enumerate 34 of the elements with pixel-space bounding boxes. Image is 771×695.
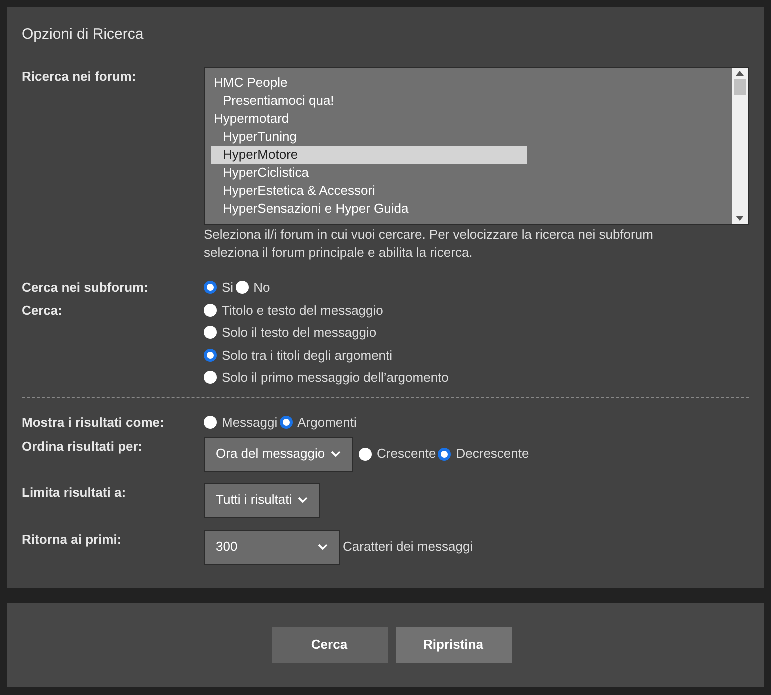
radio-label: Si: [222, 278, 234, 296]
panel-title: Opzioni di Ricerca: [22, 25, 145, 45]
action-button[interactable]: Ripristina: [396, 627, 512, 663]
field-label: Ricerca nei forum:: [22, 68, 138, 86]
field-label: Ordina risultati per:: [22, 438, 144, 456]
action-button[interactable]: Cerca: [272, 627, 388, 663]
dropdown[interactable]: Ora del messaggio: [204, 436, 353, 472]
field-label: Ritorna ai primi:: [22, 530, 123, 549]
radio-label: Solo il testo del messaggio: [222, 324, 377, 342]
field-label: Cerca:: [22, 302, 64, 320]
forum-option[interactable]: HyperTuning: [211, 128, 527, 146]
radio-label: Decrescente: [456, 445, 530, 464]
forum-option[interactable]: HMC People: [211, 74, 527, 92]
radio-label: Solo tra i titoli degli argomenti: [222, 346, 393, 365]
dropdown[interactable]: 300: [204, 530, 340, 564]
field-label: Cerca nei subforum:: [22, 278, 150, 296]
forum-option[interactable]: HyperSensazioni e Hyper Guida: [211, 200, 527, 218]
radio-label: Argomenti: [298, 414, 357, 432]
radio-label: Crescente: [377, 445, 436, 464]
dropdown[interactable]: Tutti i risultati: [204, 482, 320, 518]
suffix-label: Caratteri dei messaggi: [343, 538, 474, 556]
forum-option[interactable]: HyperEstetica & Accessori: [211, 182, 527, 200]
forum-option[interactable]: HyperMotore: [211, 146, 527, 164]
radio-label: Titolo e testo del messaggio: [222, 302, 384, 320]
radio-label: No: [254, 278, 270, 296]
field-label: Limita risultati a:: [22, 484, 128, 502]
field-label: Mostra i risultati come:: [22, 414, 166, 432]
radio-label: Solo il primo messaggio dell’argomento: [222, 369, 449, 387]
forum-option[interactable]: HyperCiclistica: [211, 164, 527, 182]
forum-option[interactable]: Presentiamoci qua!: [211, 92, 527, 110]
help-text: Seleziona il/i forum in cui vuoi cercare. Per velocizzare la ricerca nei subforum seleziona il forum principale e abilita la ricerca.: [204, 226, 654, 262]
radio-label: Messaggi: [222, 414, 278, 432]
forum-listbox[interactable]: HMC People Presentiamoci qua! Hypermotard HyperTuning HyperMotore HyperCiclistica HyperEstetica & Accessori HyperSensazioni e Hyper Guida: [204, 66, 749, 224]
forum-option[interactable]: Hypermotard: [211, 110, 527, 128]
